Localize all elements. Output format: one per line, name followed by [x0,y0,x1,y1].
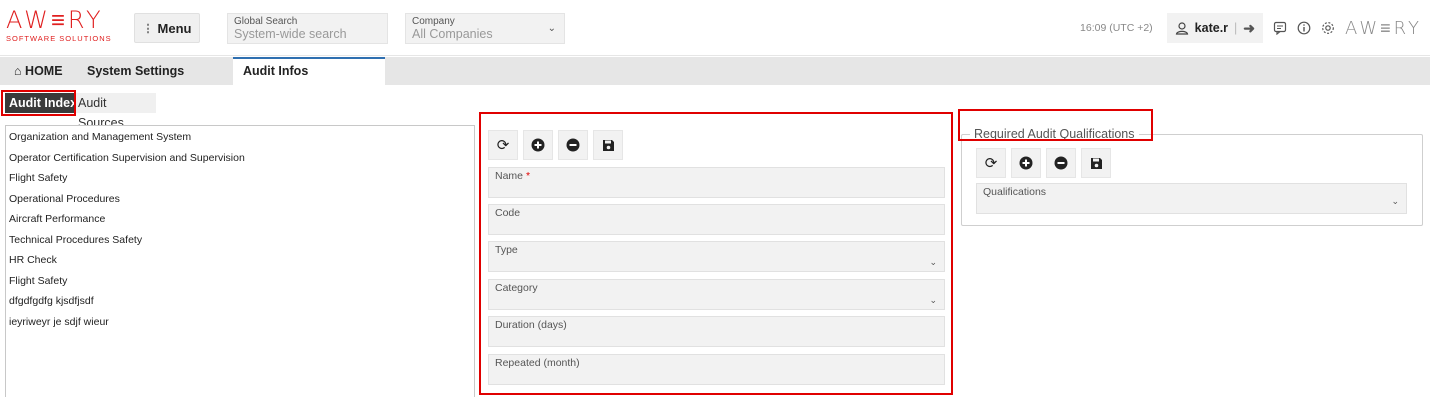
company-label: Company [412,16,455,27]
chevron-down-icon: ⌄ [929,257,937,267]
code-label: Code [495,207,521,219]
name-field[interactable]: Name * [488,167,945,198]
list-item[interactable]: Technical Procedures Safety [6,231,474,252]
list-item[interactable]: Flight Safety [6,169,474,190]
save-icon [602,139,614,151]
minus-circle-icon [1054,156,1068,170]
username: kate.r [1194,21,1229,35]
qualifications-legend: Required Audit Qualifications [970,127,1139,141]
menu-dots-icon: ⋮ [142,22,154,35]
global-search-label: Global Search [234,16,298,27]
home-icon: ⌂ [14,64,22,78]
logo-wordmark: AW≡RY [6,6,104,34]
minus-circle-icon [566,138,580,152]
duration-label: Duration (days) [495,319,567,331]
save-icon [1090,157,1102,169]
list-item[interactable]: Operational Procedures [6,190,474,211]
nav-bar: ⌂ HOME System Settings Audit Infos [0,57,1430,85]
chevron-down-icon: ⌄ [547,23,556,34]
type-label: Type [495,244,518,256]
audit-index-list[interactable]: Organization and Management System Opera… [5,125,475,397]
user-menu[interactable]: kate.r | ➜ [1166,13,1264,43]
form-toolbar: ⟳ [488,130,945,160]
gear-icon[interactable] [1321,21,1335,35]
header-right: 16:09 (UTC +2) kate.r | ➜ AW≡RY [1080,13,1422,43]
tab-audit-infos[interactable]: Audit Infos [233,57,385,85]
qualifications-remove-button[interactable] [1046,148,1076,178]
list-item[interactable]: ieyriweyr je sdjf wieur [6,313,474,334]
remove-button[interactable] [558,130,588,160]
global-search-input[interactable]: Global Search System-wide search [227,13,388,44]
chat-icon[interactable] [1273,21,1287,35]
menu-label: Menu [157,20,192,36]
code-field[interactable]: Code [488,204,945,235]
top-header: AW≡RY SOFTWARE SOLUTIONS ⋮ Menu Global S… [0,0,1430,56]
plus-circle-icon [1019,156,1033,170]
subtab-audit-index[interactable]: Audit Index [5,93,82,113]
refresh-button[interactable]: ⟳ [488,130,518,160]
plus-circle-icon [531,138,545,152]
nav-home[interactable]: ⌂ HOME [4,57,73,85]
list-item[interactable]: dfgdfgdfg kjsdfjsdf [6,292,474,313]
required-mark: * [525,170,531,182]
list-item[interactable]: Flight Safety [6,272,474,293]
repeated-field[interactable]: Repeated (month) [488,354,945,385]
divider: | [1234,21,1238,35]
repeated-label: Repeated (month) [495,357,580,369]
user-icon [1175,22,1188,35]
chevron-down-icon: ⌄ [929,295,937,305]
category-label: Category [495,282,538,294]
qualifications-select[interactable]: Qualifications ⌄ [976,183,1407,214]
refresh-icon: ⟳ [496,137,510,154]
list-item[interactable]: Aircraft Performance [6,210,474,231]
list-item[interactable]: HR Check [6,251,474,272]
info-icon[interactable] [1297,21,1311,35]
logout-icon[interactable]: ➜ [1243,20,1255,37]
clock-time: 16:09 (UTC +2) [1080,22,1153,34]
awery-logo[interactable]: AW≡RY SOFTWARE SOLUTIONS [6,8,112,43]
refresh-icon: ⟳ [984,155,998,172]
menu-button[interactable]: ⋮ Menu [134,13,200,43]
duration-field[interactable]: Duration (days) [488,316,945,347]
add-button[interactable] [523,130,553,160]
logo-tagline: SOFTWARE SOLUTIONS [6,34,112,43]
list-item[interactable]: Organization and Management System [6,128,474,149]
qualifications-refresh-button[interactable]: ⟳ [976,148,1006,178]
type-select[interactable]: Type ⌄ [488,241,945,272]
global-search-placeholder: System-wide search [234,27,347,41]
brand-logo-right: AW≡RY [1345,17,1422,39]
qualifications-toolbar: ⟳ [976,148,1111,178]
company-select[interactable]: Company All Companies ⌄ [405,13,565,44]
chevron-down-icon: ⌄ [1391,196,1399,206]
qualifications-label: Qualifications [983,186,1047,198]
qualifications-save-button[interactable] [1081,148,1111,178]
qualifications-add-button[interactable] [1011,148,1041,178]
nav-system-settings[interactable]: System Settings [77,57,194,85]
nav-home-label: HOME [25,64,63,78]
name-label: Name [495,170,524,182]
save-button[interactable] [593,130,623,160]
audit-form: ⟳ Name * Code Type ⌄ Category ⌄ Duration… [488,130,945,395]
subtab-audit-sources[interactable]: Audit Sources [74,93,156,130]
category-select[interactable]: Category ⌄ [488,279,945,310]
company-value: All Companies [412,27,493,41]
list-item[interactable]: Operator Certification Supervision and S… [6,149,474,170]
